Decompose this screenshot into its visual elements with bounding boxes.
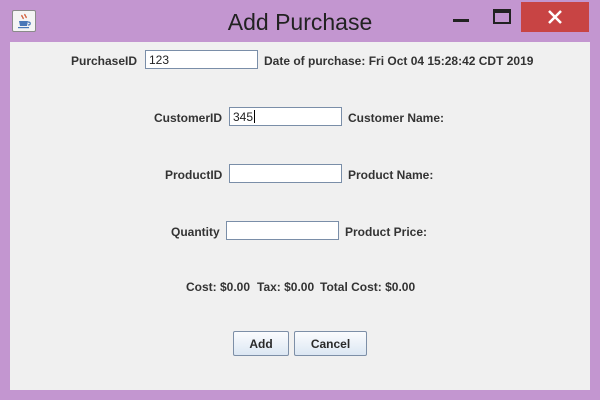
purchase-id-field[interactable] <box>145 50 258 69</box>
product-name-label: Product Name: <box>348 168 434 182</box>
customer-id-label: CustomerID <box>154 111 223 125</box>
title-bar[interactable]: Add Purchase <box>0 0 600 42</box>
maximize-icon <box>493 9 511 24</box>
product-id-field[interactable] <box>229 164 342 183</box>
text-caret <box>254 110 255 123</box>
close-button[interactable] <box>521 2 589 32</box>
product-price-label: Product Price: <box>345 225 428 239</box>
maximize-button[interactable] <box>482 4 522 32</box>
tax-label: Tax: $0.00 <box>257 280 315 294</box>
purchase-id-label: PurchaseID <box>71 54 138 68</box>
customer-id-field[interactable] <box>229 107 342 126</box>
cost-label: Cost: $0.00 <box>186 280 251 294</box>
minimize-button[interactable] <box>440 4 482 32</box>
cancel-button[interactable]: Cancel <box>294 331 367 356</box>
minimize-icon <box>453 19 469 22</box>
product-id-label: ProductID <box>165 168 223 182</box>
customer-name-label: Customer Name: <box>348 111 445 125</box>
customer-id-field-wrapper <box>229 107 342 126</box>
date-of-purchase-label: Date of purchase: Fri Oct 04 15:28:42 CD… <box>264 54 534 68</box>
close-icon <box>548 10 562 24</box>
add-purchase-window: Add Purchase PurchaseID Date of purchase… <box>0 0 600 400</box>
quantity-field[interactable] <box>226 221 339 240</box>
form-panel: PurchaseID Date of purchase: Fri Oct 04 … <box>10 42 590 390</box>
quantity-label: Quantity <box>171 225 220 239</box>
add-button[interactable]: Add <box>233 331 289 356</box>
total-cost-label: Total Cost: $0.00 <box>320 280 416 294</box>
